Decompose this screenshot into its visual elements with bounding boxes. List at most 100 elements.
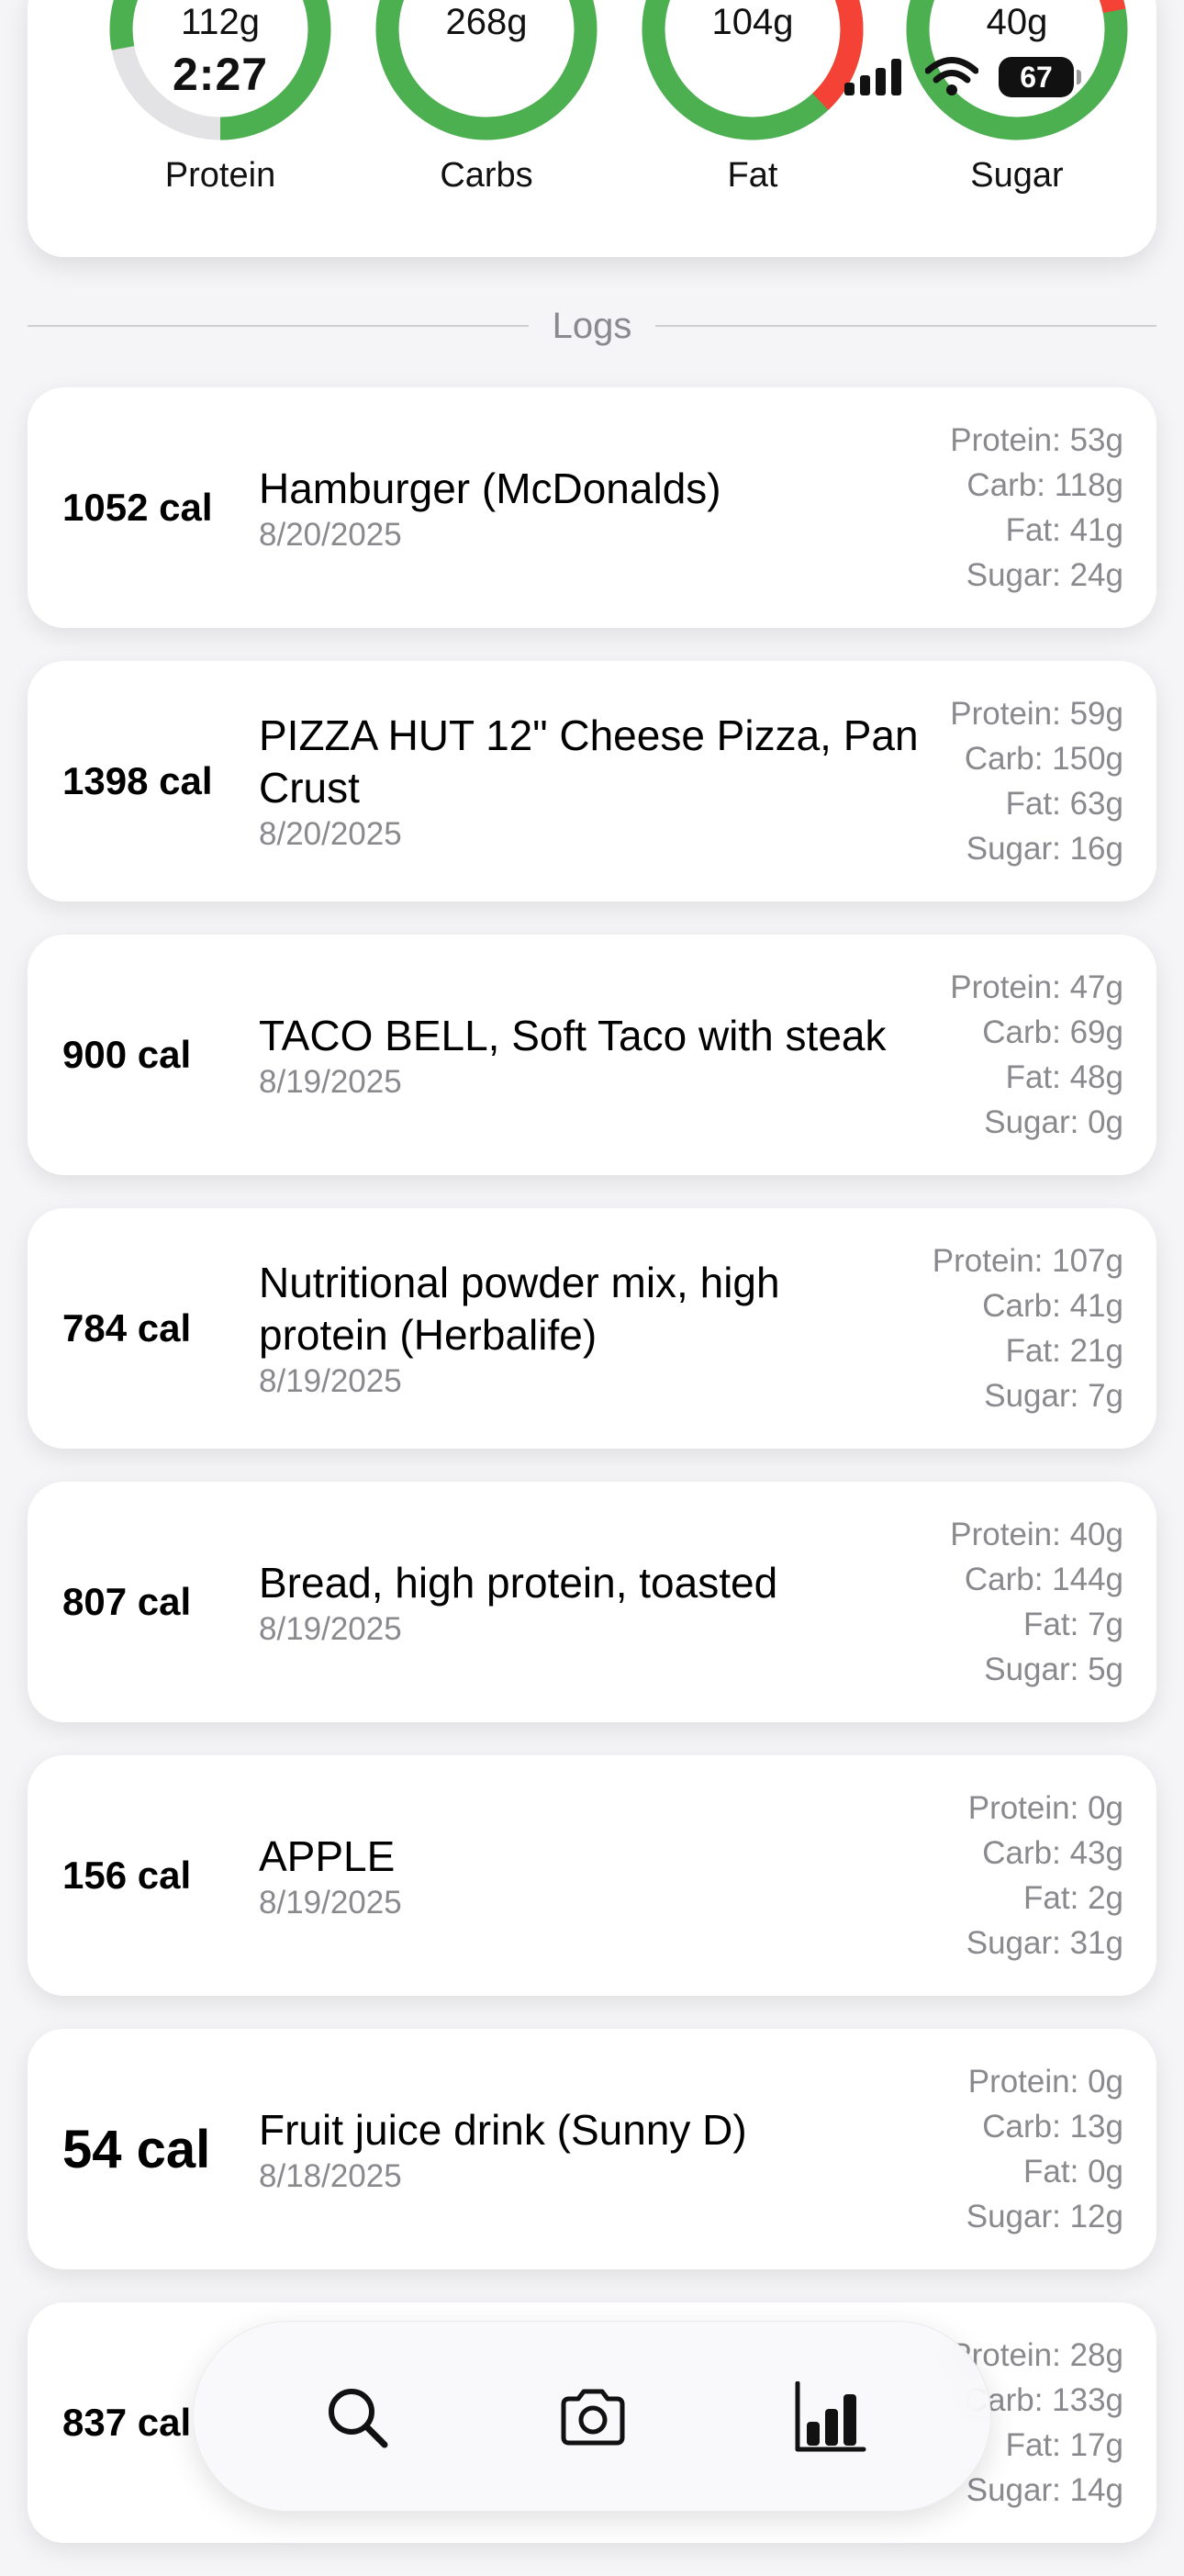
macro-ring-protein[interactable]: 112g Protein [101, 0, 340, 257]
log-calories: 156 cal [62, 1854, 192, 1897]
log-calories: 1052 cal [62, 486, 213, 529]
log-food-name: APPLE [259, 1831, 396, 1880]
log-protein: Protein: 59g [950, 696, 1123, 732]
log-calories: 807 cal [62, 1580, 192, 1623]
log-date: 8/19/2025 [259, 1884, 402, 1921]
log-carb: Carb: 69g [982, 1014, 1123, 1050]
fat-ring-value: 104g [711, 2, 794, 42]
log-carb: Carb: 118g [966, 467, 1123, 503]
sugar-ring-label: Sugar [970, 156, 1064, 195]
macro-ring-fat[interactable]: 104g Fat [633, 0, 872, 257]
log-fat: Fat: 48g [1005, 1059, 1123, 1095]
log-entry[interactable]: 156 cal APPLE 8/19/2025 Protein: 0g Carb… [28, 1755, 1156, 1996]
log-entry[interactable]: 807 cal Bread, high protein, toasted 8/1… [28, 1482, 1156, 1722]
log-food-name: Bread, high protein, toasted [259, 1558, 778, 1607]
log-fat: Fat: 17g [1005, 2427, 1123, 2463]
log-details: Fruit juice drink (Sunny D) 8/18/2025 [259, 2029, 920, 2269]
log-date: 8/20/2025 [259, 816, 402, 852]
carbs-ring-value: 268g [445, 2, 528, 42]
status-bar-icons: 67 [844, 51, 1081, 103]
macro-ring-sugar[interactable]: 40g Sugar [898, 0, 1136, 257]
log-details: Hamburger (McDonalds) 8/20/2025 [259, 387, 920, 628]
log-macros: Protein: 53g Carb: 118g Fat: 41g Sugar: … [950, 387, 1123, 628]
log-sugar: Sugar: 12g [966, 2199, 1123, 2234]
log-macros: Protein: 40g Carb: 144g Fat: 7g Sugar: 5… [950, 1482, 1123, 1722]
log-food-name: Nutritional powder mix, high protein (He… [259, 1259, 780, 1359]
protein-ring-label: Protein [164, 156, 276, 195]
log-sugar: Sugar: 0g [984, 1104, 1123, 1140]
log-details: TACO BELL, Soft Taco with steak 8/19/202… [259, 935, 920, 1175]
log-fat: Fat: 7g [1023, 1607, 1123, 1642]
log-calories: 54 cal [62, 2119, 211, 2179]
log-calories: 784 cal [62, 1306, 192, 1350]
log-entry[interactable]: 900 cal TACO BELL, Soft Taco with steak … [28, 935, 1156, 1175]
log-protein: Protein: 47g [950, 969, 1123, 1005]
camera-icon [561, 2389, 625, 2446]
log-calories: 1398 cal [62, 759, 213, 802]
carbs-ring-label: Carbs [440, 156, 533, 195]
log-carb: Carb: 41g [982, 1288, 1123, 1324]
fat-ring-label: Fat [727, 156, 778, 195]
log-entry[interactable]: 1052 cal Hamburger (McDonalds) 8/20/2025… [28, 387, 1156, 628]
log-food-name: Fruit juice drink (Sunny D) [259, 2105, 747, 2154]
battery-icon: 67 [999, 57, 1081, 97]
wifi-icon [925, 57, 978, 95]
log-macros: Protein: 47g Carb: 69g Fat: 48g Sugar: 0… [950, 935, 1123, 1175]
camera-tab-button[interactable] [538, 2362, 648, 2472]
log-macros: Protein: 59g Carb: 150g Fat: 63g Sugar: … [950, 661, 1123, 902]
log-protein: Protein: 0g [967, 1790, 1123, 1826]
log-food-name: TACO BELL, Soft Taco with steak [259, 1011, 887, 1059]
search-tab-button[interactable] [302, 2362, 412, 2472]
log-carb: Carb: 43g [982, 1835, 1123, 1871]
log-sugar: Sugar: 5g [984, 1652, 1123, 1687]
log-protein: Protein: 53g [950, 422, 1123, 458]
log-sugar: Sugar: 14g [966, 2472, 1123, 2508]
log-food-name: Hamburger (McDonalds) [259, 464, 721, 512]
log-fat: Fat: 41g [1005, 512, 1123, 548]
log-fat: Fat: 63g [1005, 786, 1123, 822]
log-carb: Carb: 144g [964, 1562, 1123, 1597]
log-sugar: Sugar: 24g [966, 557, 1123, 593]
log-entry[interactable]: 784 cal Nutritional powder mix, high pro… [28, 1208, 1156, 1449]
log-date: 8/20/2025 [259, 516, 402, 553]
search-icon [329, 2389, 388, 2448]
divider-line-right [655, 325, 1156, 327]
macro-summary-card: 112g Protein 268g Carbs 104g Fat 40g Sug… [28, 0, 1156, 257]
log-details: APPLE 8/19/2025 [259, 1755, 920, 1996]
log-carb: Carb: 150g [964, 741, 1123, 777]
cellular-signal-icon [844, 59, 901, 95]
sugar-ring-value: 40g [986, 2, 1048, 42]
log-date: 8/19/2025 [259, 1610, 402, 1647]
log-macros: Protein: 0g Carb: 13g Fat: 0g Sugar: 12g [966, 2029, 1123, 2269]
log-list: 1052 cal Hamburger (McDonalds) 8/20/2025… [28, 387, 1156, 2576]
protein-ring-value: 112g [180, 2, 260, 42]
bar-chart-icon [795, 2381, 866, 2452]
log-carb: Carb: 13g [982, 2109, 1123, 2145]
bottom-tab-bar [193, 2321, 991, 2512]
log-fat: Fat: 2g [1023, 1880, 1123, 1916]
macro-ring-carbs[interactable]: 268g Carbs [367, 0, 606, 257]
stats-tab-button[interactable] [776, 2362, 886, 2472]
log-date: 8/18/2025 [259, 2157, 402, 2194]
logs-divider: Logs [28, 303, 1156, 349]
log-details: PIZZA HUT 12" Cheese Pizza, Pan Crust 8/… [259, 661, 920, 902]
log-details: Nutritional powder mix, high protein (He… [259, 1208, 920, 1449]
log-macros: Protein: 107g Carb: 41g Fat: 21g Sugar: … [933, 1208, 1123, 1449]
log-calories: 900 cal [62, 1033, 192, 1076]
log-fat: Fat: 0g [1023, 2154, 1123, 2190]
log-protein: Protein: 0g [967, 2064, 1123, 2100]
log-details: Bread, high protein, toasted 8/19/2025 [259, 1482, 920, 1722]
log-date: 8/19/2025 [259, 1063, 402, 1100]
log-sugar: Sugar: 16g [966, 831, 1123, 867]
logs-header: Logs [552, 305, 632, 346]
log-protein: Protein: 107g [932, 1243, 1123, 1279]
status-bar-time: 2:27 [173, 49, 269, 100]
log-sugar: Sugar: 7g [984, 1378, 1123, 1414]
log-sugar: Sugar: 31g [966, 1925, 1123, 1961]
log-entry[interactable]: 1398 cal PIZZA HUT 12" Cheese Pizza, Pan… [28, 661, 1156, 902]
log-protein: Protein: 40g [950, 1517, 1123, 1552]
log-fat: Fat: 21g [1005, 1333, 1123, 1369]
divider-line-left [28, 325, 529, 327]
log-entry[interactable]: 54 cal Fruit juice drink (Sunny D) 8/18/… [28, 2029, 1156, 2269]
log-date: 8/19/2025 [259, 1363, 402, 1399]
